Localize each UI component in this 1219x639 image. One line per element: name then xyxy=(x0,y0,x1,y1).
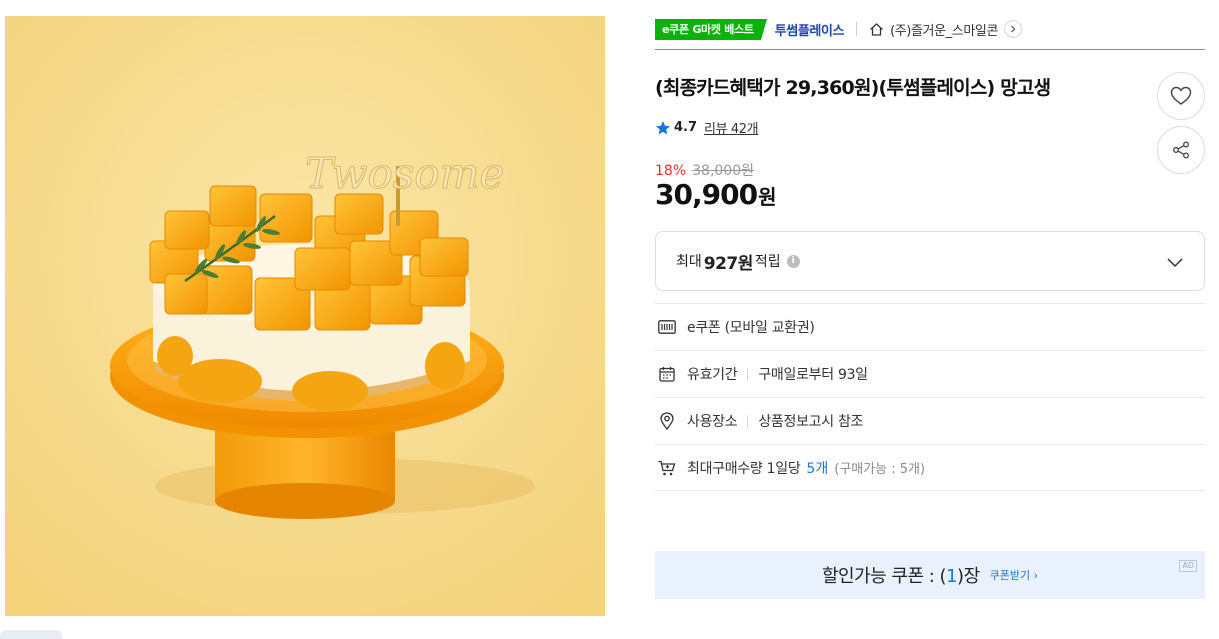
share-icon xyxy=(1173,141,1189,159)
coupon-text-after: )장 xyxy=(957,566,980,587)
product-info-panel: e쿠폰 G마켓 베스트 투썸플레이스 (주)즐거운_스마일콘 (최종카드혜택가 … xyxy=(655,0,1205,639)
sale-price-row: 30,900 원 xyxy=(655,178,776,211)
coupon-count: 1 xyxy=(946,566,958,587)
calendar-icon xyxy=(658,365,676,383)
spec-location-value: 상품정보고시 참조 xyxy=(758,414,864,430)
chevron-right-icon[interactable] xyxy=(1004,20,1023,38)
seller-link[interactable]: (주)즐거운_스마일콘 xyxy=(890,20,998,39)
spec-validity-label: 유효기간 xyxy=(687,367,738,383)
brand-link[interactable]: 투썸플레이스 xyxy=(775,20,845,39)
product-image[interactable]: Twosome xyxy=(5,16,605,616)
points-prefix: 최대 xyxy=(676,254,702,270)
currency-unit: 원 xyxy=(758,185,777,209)
rating-row: 4.7 리뷰 42개 xyxy=(655,118,759,137)
spec-divider xyxy=(747,414,749,428)
get-coupon-link[interactable]: 쿠폰받기 › xyxy=(990,567,1038,583)
spec-limit-value: 5개 xyxy=(806,460,829,477)
coupon-text: 할인가능 쿠폰 : (1)장 xyxy=(822,562,980,588)
spec-list: e쿠폰 (모바일 교환권) 유효기간 구매일로부터 93일 사용장소 상품정보고… xyxy=(655,303,1205,491)
wishlist-button[interactable] xyxy=(1157,72,1205,120)
chevron-down-icon[interactable] xyxy=(1166,253,1184,271)
breadcrumb: e쿠폰 G마켓 베스트 투썸플레이스 (주)즐거운_스마일콘 xyxy=(655,18,1023,40)
coupon-text-before: 할인가능 쿠폰 : ( xyxy=(821,566,947,587)
original-price: 38,000원 xyxy=(692,163,754,179)
ad-badge: AD xyxy=(1179,560,1197,572)
spec-row-location: 사용장소 상품정보고시 참조 xyxy=(655,397,1205,444)
thumbnail-tab[interactable] xyxy=(0,630,62,639)
cake-illustration: Twosome xyxy=(5,16,605,616)
star-icon xyxy=(655,120,671,136)
sale-price: 30,900 xyxy=(655,178,758,211)
points-accordion[interactable]: 최대 927원 적립 i xyxy=(655,231,1205,291)
spec-location-label: 사용장소 xyxy=(687,414,738,430)
points-value: 927원 xyxy=(703,253,754,274)
spec-limit-note: (구매가능 : 5개) xyxy=(834,462,926,477)
home-icon xyxy=(869,22,884,37)
header-divider xyxy=(655,49,1205,50)
spec-row-type: e쿠폰 (모바일 교환권) xyxy=(655,303,1205,350)
product-title: (최종카드혜택가 29,360원)(투썸플레이스) 망고생 xyxy=(655,77,1051,99)
spec-type-label: e쿠폰 (모바일 교환권) xyxy=(687,320,815,336)
info-icon[interactable]: i xyxy=(786,254,800,268)
breadcrumb-divider xyxy=(856,22,858,36)
twosome-logo: Twosome xyxy=(305,149,504,198)
heart-icon xyxy=(1170,86,1192,105)
discount-rate: 18% xyxy=(655,163,687,179)
coupon-banner[interactable]: 할인가능 쿠폰 : (1)장 쿠폰받기 › AD xyxy=(655,551,1205,599)
spec-divider xyxy=(747,367,749,381)
share-button[interactable] xyxy=(1157,126,1205,174)
points-suffix: 적립 xyxy=(754,254,781,270)
cart-icon xyxy=(658,459,676,477)
spec-validity-value: 구매일로부터 93일 xyxy=(758,367,868,383)
review-link[interactable]: 리뷰 42개 xyxy=(704,118,759,137)
location-pin-icon xyxy=(658,412,676,430)
best-badge[interactable]: e쿠폰 G마켓 베스트 xyxy=(655,18,767,40)
spec-row-validity: 유효기간 구매일로부터 93일 xyxy=(655,350,1205,397)
spec-limit-label: 최대구매수량 1일당 xyxy=(687,460,801,477)
rating-score: 4.7 xyxy=(674,120,698,135)
price-discount-row: 18% 38,000원 xyxy=(655,160,754,180)
barcode-icon xyxy=(658,318,676,336)
spec-row-limit: 최대구매수량 1일당 5개 (구매가능 : 5개) xyxy=(655,444,1205,491)
